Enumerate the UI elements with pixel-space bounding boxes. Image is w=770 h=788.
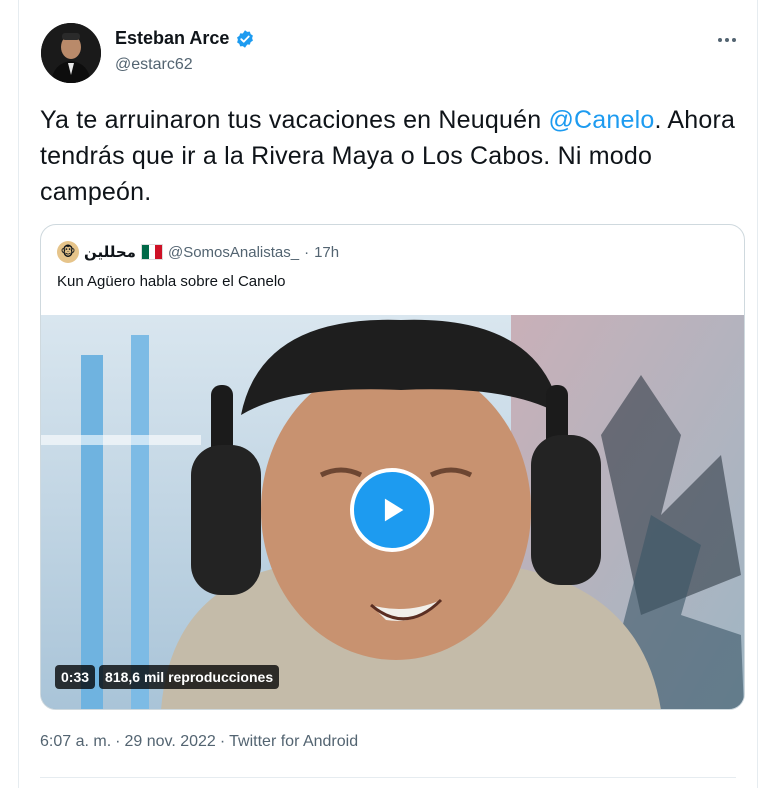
author-name[interactable]: Esteban Arce bbox=[115, 28, 229, 49]
more-options-icon[interactable] bbox=[715, 30, 739, 50]
quote-time: 17h bbox=[314, 243, 340, 261]
quote-author-name: محللين bbox=[84, 244, 136, 261]
video-player[interactable]: 0:33 818,6 mil reproducciones bbox=[41, 315, 744, 709]
verified-badge-icon bbox=[237, 29, 254, 48]
mention-link[interactable]: @Canelo bbox=[548, 106, 654, 134]
quote-author-handle: @SomosAnalistas_ bbox=[167, 243, 300, 261]
tweet-time[interactable]: 6:07 a. m. bbox=[40, 733, 111, 750]
quote-header: 🐵 محللين @SomosAnalistas_ · 17h bbox=[57, 241, 339, 263]
tweet-text-part: Ya te arruinaron tus vacaciones en Neuqu… bbox=[40, 106, 549, 134]
quote-text: Kun Agüero habla sobre el Canelo bbox=[57, 273, 286, 290]
play-icon bbox=[384, 498, 404, 522]
tweet-text: Ya te arruinaron tus vacaciones en Neuqu… bbox=[40, 102, 755, 210]
video-duration: 0:33 bbox=[55, 665, 96, 689]
quote-avatar: 🐵 bbox=[57, 241, 79, 263]
separator: · bbox=[115, 733, 121, 750]
avatar[interactable] bbox=[41, 23, 101, 83]
video-views: 818,6 mil reproducciones bbox=[99, 665, 280, 689]
play-button[interactable] bbox=[350, 468, 434, 552]
tweet-meta: 6:07 a. m. · 29 nov. 2022 · Twitter for Andr… bbox=[40, 733, 358, 751]
tweet-date[interactable]: 29 nov. 2022 bbox=[124, 733, 215, 750]
quoted-tweet[interactable]: 🐵 محللين @SomosAnalistas_ · 17h Kun Agüe… bbox=[40, 224, 745, 710]
tweet-client[interactable]: Twitter for Android bbox=[229, 733, 358, 750]
divider bbox=[40, 777, 736, 778]
separator: · bbox=[219, 733, 226, 750]
tweet-card: Esteban Arce @estarc62 Ya te arruinaron … bbox=[18, 0, 758, 788]
mexico-flag-icon bbox=[140, 244, 163, 260]
author-row: Esteban Arce bbox=[115, 28, 255, 49]
author-handle[interactable]: @estarc62 bbox=[115, 56, 193, 74]
separator: · bbox=[304, 243, 310, 261]
video-badges: 0:33 818,6 mil reproducciones bbox=[55, 665, 280, 689]
